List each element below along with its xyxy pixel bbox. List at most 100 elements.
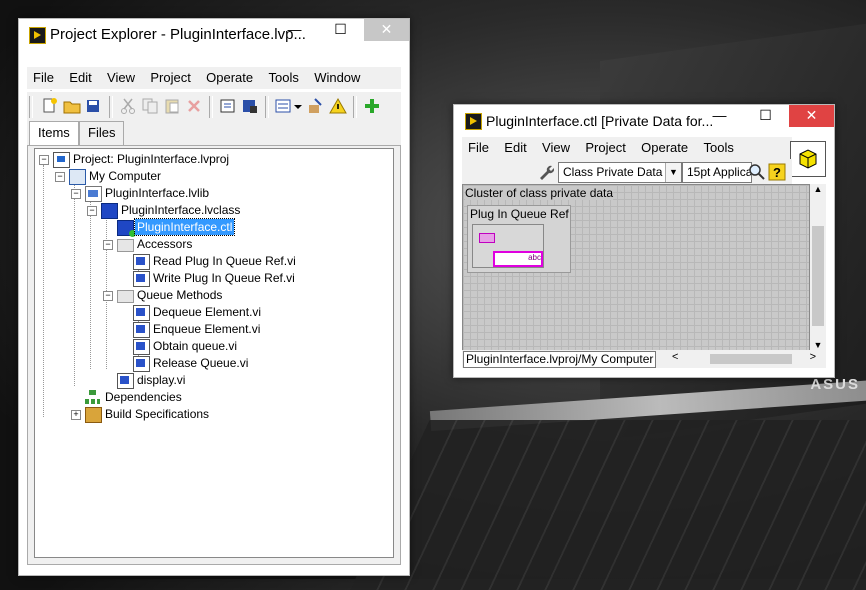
cluster-label: Plug In Queue Ref <box>470 207 569 221</box>
toolbar-separator <box>353 96 357 118</box>
computer-icon <box>69 169 86 185</box>
add-files-icon[interactable] <box>363 97 381 115</box>
save-project-icon[interactable] <box>241 97 259 115</box>
menu-window[interactable]: Window <box>308 67 366 85</box>
queue-refnum-control[interactable]: abc <box>472 224 544 268</box>
build-icon[interactable] <box>219 97 237 115</box>
queue-element-text: abc <box>528 253 541 262</box>
scroll-down-icon[interactable]: ▼ <box>810 340 826 350</box>
delete-icon[interactable] <box>185 97 203 115</box>
toolbar-separator <box>209 96 213 118</box>
project-icon <box>53 152 70 168</box>
minimize-button[interactable]: — <box>272 19 317 41</box>
tree-item-label: PluginInterface.lvclass <box>121 203 241 217</box>
font-dropdown[interactable]: 15pt Application Font <box>682 162 752 183</box>
maximize-button[interactable]: ☐ <box>318 19 363 41</box>
maximize-button[interactable]: ☐ <box>743 105 788 127</box>
tree-expander[interactable]: − <box>39 155 49 165</box>
close-button[interactable]: ✕ <box>789 105 834 127</box>
toolbar-grip <box>29 96 33 118</box>
private-data-titlebar[interactable]: PluginInterface.ctl [Private Data for...… <box>454 105 834 137</box>
menu-project[interactable]: Project <box>144 67 196 85</box>
context-help-icon[interactable]: ? <box>768 163 786 181</box>
search-icon[interactable] <box>748 163 766 181</box>
cut-icon[interactable] <box>119 97 137 115</box>
menu-view[interactable]: View <box>536 137 576 155</box>
vi-icon <box>133 339 150 355</box>
view-dropdown-icon[interactable] <box>275 97 303 115</box>
menu-project[interactable]: Project <box>579 137 631 155</box>
menu-tools[interactable]: Tools <box>697 137 739 155</box>
queue-element-type: abc <box>493 251 543 267</box>
vertical-scrollbar[interactable]: ▲ ▼ <box>810 184 826 350</box>
vi-icon <box>133 322 150 338</box>
project-tree[interactable]: − Project: PluginInterface.lvproj − My C… <box>34 148 394 558</box>
resolve-conflicts-icon[interactable] <box>307 97 325 115</box>
vi-icon <box>133 254 150 270</box>
scroll-left-icon[interactable]: < <box>672 351 678 363</box>
dependencies-icon <box>85 390 100 404</box>
scrollbar-thumb[interactable] <box>812 226 824 326</box>
tree-expander[interactable]: − <box>55 172 65 182</box>
paste-icon[interactable] <box>163 97 181 115</box>
build-specifications-icon <box>85 407 102 423</box>
private-data-toolbar: Class Private Data ▼ 15pt Application Fo… <box>462 159 792 185</box>
tab-items[interactable]: Items <box>29 121 79 147</box>
menu-operate[interactable]: Operate <box>635 137 694 155</box>
scroll-right-icon[interactable]: > <box>810 351 816 363</box>
project-explorer-titlebar[interactable]: Project Explorer - PluginInterface.lvp..… <box>19 19 409 51</box>
tree-item-label: Write Plug In Queue Ref.vi <box>153 271 295 285</box>
tree-item-label: display.vi <box>137 373 186 387</box>
menu-tools[interactable]: Tools <box>262 67 304 85</box>
status-bar: PluginInterface.lvproj/My Computer < > <box>462 350 826 368</box>
warning-icon[interactable] <box>329 97 347 115</box>
vi-icon <box>133 305 150 321</box>
tree-connector <box>43 165 44 417</box>
copy-icon[interactable] <box>141 97 159 115</box>
private-data-title: PluginInterface.ctl [Private Data for... <box>486 113 714 129</box>
menu-edit[interactable]: Edit <box>498 137 532 155</box>
class-cube-icon <box>799 149 817 169</box>
tab-files[interactable]: Files <box>79 121 125 146</box>
vi-icon <box>133 356 150 372</box>
tree-item-label: Dequeue Element.vi <box>153 305 262 319</box>
front-panel-canvas[interactable]: Cluster of class private data Plug In Qu… <box>462 184 810 352</box>
toolbar-separator <box>109 96 113 118</box>
save-all-icon[interactable] <box>85 97 103 115</box>
tree-expander[interactable]: − <box>87 206 97 216</box>
desktop-wallpaper-keyboard <box>350 420 866 590</box>
menu-file[interactable]: File <box>462 137 495 155</box>
wrench-icon[interactable] <box>536 163 555 181</box>
menu-edit[interactable]: Edit <box>63 67 97 85</box>
close-button[interactable]: ✕ <box>364 19 409 41</box>
tree-expander[interactable]: + <box>71 410 81 420</box>
tree-item-label: Obtain queue.vi <box>153 339 238 353</box>
project-explorer-menubar: File Edit View Project Operate Tools Win… <box>27 67 401 103</box>
project-explorer-window: Project Explorer - PluginInterface.lvp..… <box>18 18 410 576</box>
tree-item-label: PluginInterface.lvlib <box>105 186 210 200</box>
minimize-button[interactable]: — <box>697 105 742 127</box>
tree-expander[interactable]: − <box>71 189 81 199</box>
private-data-window: PluginInterface.ctl [Private Data for...… <box>453 104 835 378</box>
open-folder-icon[interactable] <box>63 97 81 115</box>
tree-item-label: Dependencies <box>105 390 182 404</box>
canvas-label: Cluster of class private data <box>465 186 614 200</box>
tree-item-label: My Computer <box>89 169 162 183</box>
tree-expander[interactable]: − <box>103 291 113 301</box>
chevron-down-icon: ▼ <box>665 163 681 182</box>
vi-icon <box>117 373 134 389</box>
menu-operate[interactable]: Operate <box>200 67 259 85</box>
tree-expander[interactable]: − <box>103 240 113 250</box>
menu-view[interactable]: View <box>101 67 141 85</box>
labview-app-icon <box>29 27 46 44</box>
scroll-up-icon[interactable]: ▲ <box>810 184 826 194</box>
horizontal-scrollbar-thumb[interactable] <box>710 354 792 364</box>
menu-file[interactable]: File <box>27 67 60 85</box>
tree-item-label: Release Queue.vi <box>153 356 249 370</box>
tree-item-label: Enqueue Element.vi <box>153 322 261 336</box>
project-explorer-tabs: Items Files <box>27 121 401 147</box>
private-data-cluster[interactable]: Plug In Queue Ref abc <box>467 205 571 273</box>
vi-icon-pane[interactable] <box>790 141 826 177</box>
new-icon[interactable] <box>41 97 59 115</box>
class-private-data-dropdown[interactable]: Class Private Data ▼ <box>558 162 682 183</box>
